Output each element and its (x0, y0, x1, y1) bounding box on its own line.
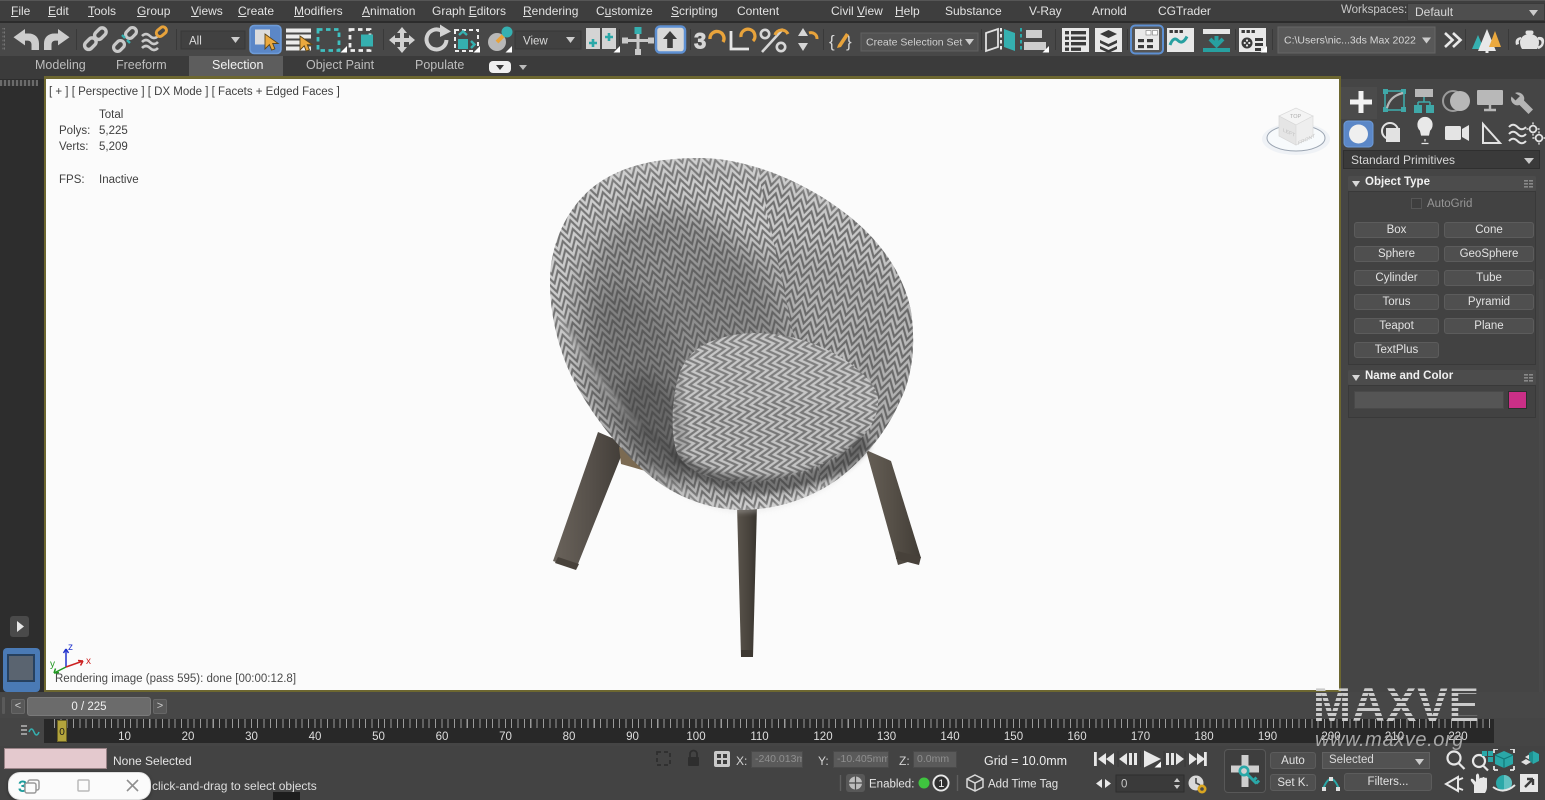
svg-text:C:\Users\nic...3ds Max 2022: C:\Users\nic...3ds Max 2022 (1284, 35, 1416, 47)
svg-text:Enabled:: Enabled: (869, 779, 914, 791)
svg-text:All: All (189, 36, 202, 48)
svg-text:View: View (523, 36, 548, 48)
svg-text:0: 0 (1121, 779, 1127, 791)
svg-text:Add Time Tag: Add Time Tag (988, 779, 1058, 791)
svg-text:1: 1 (938, 778, 944, 790)
svg-text:Create Selection Set: Create Selection Set (866, 37, 962, 49)
svg-text:x: x (86, 656, 91, 667)
svg-text:{: { (829, 32, 835, 51)
svg-text:y: y (50, 659, 55, 670)
svg-text:3: 3 (694, 29, 706, 54)
svg-text:z: z (68, 642, 73, 653)
svg-text:TOP: TOP (1290, 114, 1302, 120)
